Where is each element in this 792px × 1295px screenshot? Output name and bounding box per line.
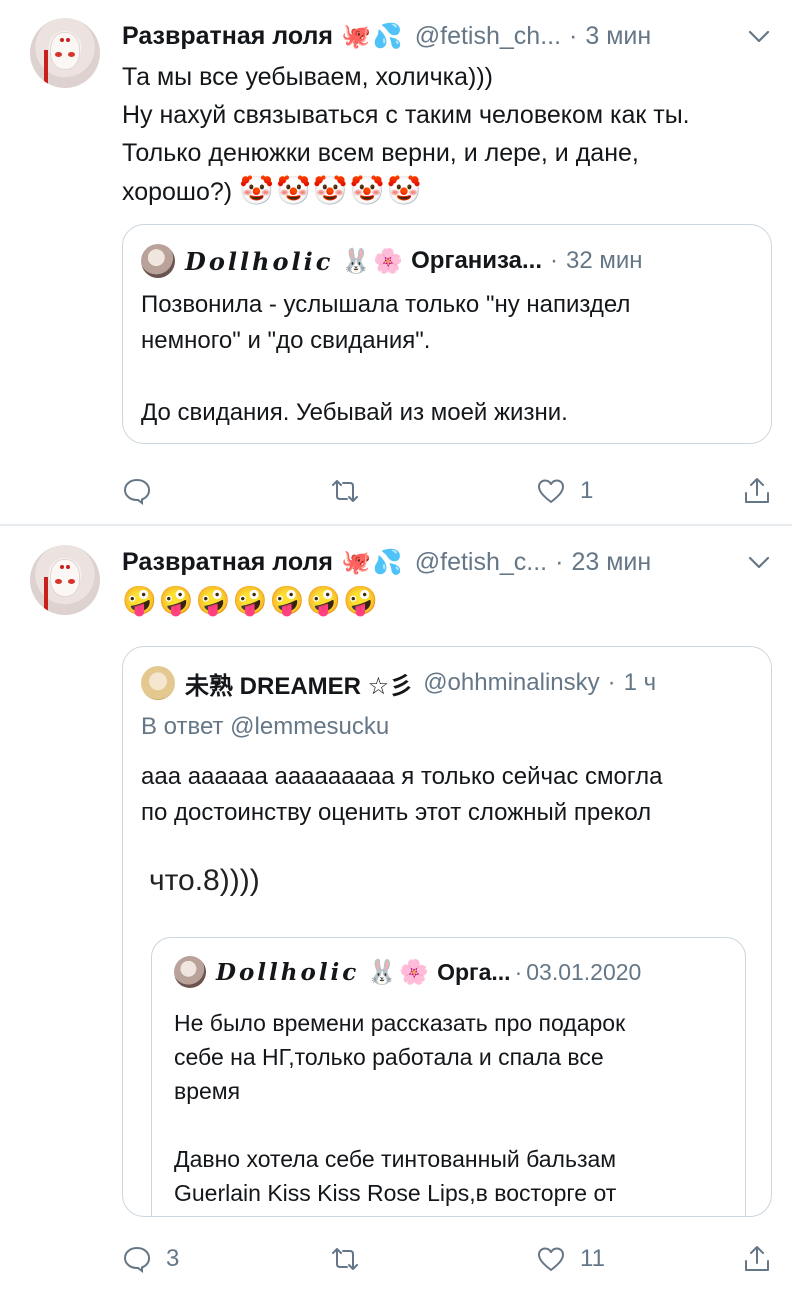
retweet-icon [332,1248,358,1270]
retweet-button[interactable] [330,1239,360,1279]
quoted-time: 1 ч [623,669,657,696]
nested-quoted-tweet[interactable]: Dollholic 🐰🌸 Орга... · 03.01.2020 Не был… [151,937,746,1216]
nested-author-emoji: 🐰🌸 [367,958,432,986]
quoted-big-text: что.8)))) [149,864,260,897]
tweet-text: Та мы все уебываем, холичка))) Ну нахуй … [122,58,690,211]
reply-to: В ответ @lemmesucku [141,713,390,740]
quoted-tweet-header: Dollholic 🐰🌸 Организа... · 32 мин [141,243,643,279]
tweet[interactable]: Развратная лоля 🐙💦 @fetish_ch... · 3 мин… [0,0,792,524]
avatar-detail [66,565,70,569]
quoted-tweet-header: 未熟 DREAMER ☆彡 @ohhminalinsky · 1 ч [141,665,656,701]
reply-icon [123,478,151,505]
avatar-detail [55,52,62,57]
retweet-button[interactable] [330,471,360,511]
quoted-text: ааа аааааа ааааааааа я только сейчас смо… [141,763,663,826]
avatar-detail [68,52,75,57]
tweet-actions: 3 11 [122,1239,772,1279]
avatar[interactable] [30,545,100,615]
avatar[interactable] [30,18,100,88]
reply-button[interactable]: 3 [122,1239,179,1279]
avatar-detail [66,38,70,42]
quoted-author-emoji: 🐰🌸 [341,247,406,275]
reply-button[interactable] [122,471,152,511]
author-emoji: 🐙💦 [340,548,405,576]
tweet-actions: 1 [122,471,772,511]
avatar-detail [60,38,64,42]
tweet-header: Развратная лоля 🐙💦 @fetish_c... · 23 мин [122,542,651,582]
quoted-tweet[interactable]: Dollholic 🐰🌸 Организа... · 32 мин Позвон… [122,224,772,444]
separator-dot: · [607,669,616,696]
share-icon [745,478,769,503]
share-button[interactable] [742,471,772,511]
like-button[interactable]: 1 [536,471,593,511]
author-handle[interactable]: @fetish_ch... [415,22,561,51]
avatar-detail [44,50,48,84]
tweet[interactable]: Развратная лоля 🐙💦 @fetish_c... · 23 мин… [0,526,792,1295]
separator-dot: · [555,547,564,576]
separator-dot: · [514,958,523,985]
author-name[interactable]: Развратная лоля [122,548,333,577]
reply-count: 3 [166,1245,180,1272]
separator-dot: · [569,21,578,50]
quoted-avatar [141,244,175,278]
quoted-text: Позвонила - услышала только "ну напиздел… [141,291,631,426]
quoted-author-org: Организа... [411,247,543,274]
tweet-time[interactable]: 3 мин [585,22,651,51]
retweet-icon [332,480,358,502]
avatar-detail [55,579,62,584]
nested-quoted-header: Dollholic 🐰🌸 Орга... · 03.01.2020 [174,954,641,990]
avatar-detail [60,565,64,569]
nested-quoted-avatar [174,956,206,988]
like-count: 1 [580,477,594,504]
tweet-text-emoji: 🤡🤡🤡🤡🤡 [239,175,424,206]
avatar-detail [44,577,48,611]
like-button[interactable]: 11 [536,1239,605,1279]
heart-icon [538,479,564,503]
quoted-author-name: 未熟 DREAMER ☆彡 [185,672,414,700]
quoted-author-handle: @ohhminalinsky [423,669,600,696]
share-button[interactable] [742,1239,772,1279]
quoted-author-name: Dollholic [185,246,334,276]
separator-dot: · [550,247,559,274]
nested-author-org: Орга... [437,958,511,985]
nested-author-name: Dollholic [216,958,360,986]
chevron-down-icon[interactable] [748,556,770,570]
avatar-face [50,559,80,597]
nested-time: 03.01.2020 [526,958,642,985]
heart-icon [538,1247,564,1271]
nested-quoted-text: Не было времени рассказать про подарок с… [174,1010,626,1206]
quoted-time: 32 мин [566,247,643,274]
author-name[interactable]: Развратная лоля [122,22,333,51]
tweet-text: 🤪🤪🤪🤪🤪🤪🤪 [122,585,381,616]
avatar-face [50,32,80,70]
tweet-time[interactable]: 23 мин [571,548,651,577]
tweet-header: Развратная лоля 🐙💦 @fetish_ch... · 3 мин [122,16,651,56]
author-handle[interactable]: @fetish_c... [415,548,547,577]
like-count: 11 [580,1245,605,1272]
share-icon [745,1246,769,1271]
quoted-tweet[interactable]: 未熟 DREAMER ☆彡 @ohhminalinsky · 1 ч В отв… [122,646,772,1217]
author-emoji: 🐙💦 [340,22,405,50]
quoted-avatar [141,666,175,700]
reply-icon [123,1246,151,1273]
avatar-detail [68,579,75,584]
chevron-down-icon[interactable] [748,30,770,44]
